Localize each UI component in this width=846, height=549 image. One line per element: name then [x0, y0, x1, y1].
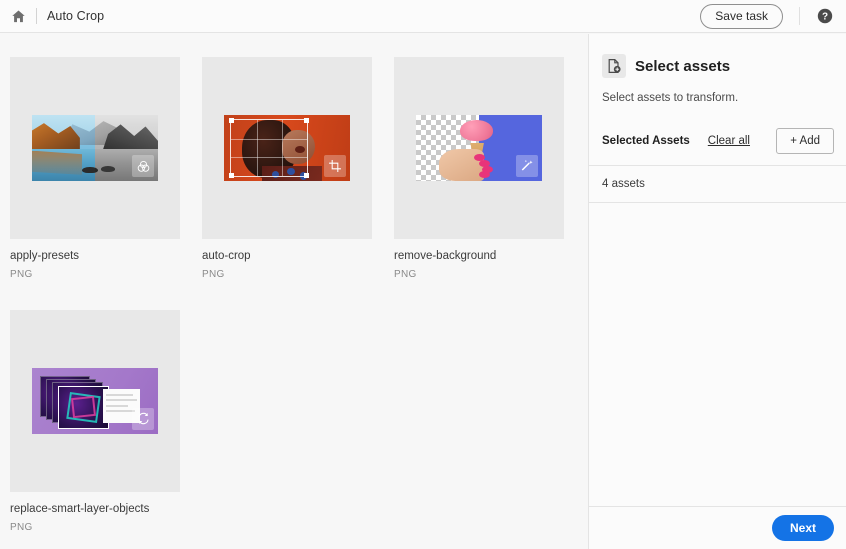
select-assets-icon — [602, 54, 626, 78]
refresh-badge-icon — [132, 407, 154, 430]
app-header: Auto Crop Save task ? — [0, 0, 846, 33]
home-icon[interactable] — [8, 6, 28, 26]
asset-card-apply-presets[interactable]: apply-presets PNG — [10, 57, 180, 280]
remove-background-image — [416, 115, 542, 181]
asset-card-remove-background[interactable]: remove-background PNG — [394, 57, 564, 280]
next-button[interactable]: Next — [771, 515, 834, 541]
panel-divider-bottom — [589, 202, 846, 203]
asset-name: auto-crop — [202, 250, 251, 262]
replace-smart-layer-objects-image — [32, 367, 158, 434]
asset-thumbnail[interactable] — [10, 309, 180, 492]
auto-crop-app: Auto Crop Save task ? apply-presets PNG … — [0, 0, 846, 549]
presets-badge-icon — [132, 155, 154, 177]
page-title: Auto Crop — [47, 9, 105, 23]
header-divider — [36, 8, 37, 24]
asset-type: PNG — [10, 268, 33, 280]
add-assets-button[interactable]: + Add — [776, 128, 834, 154]
panel-title: Select assets — [635, 57, 731, 75]
magic-wand-badge-icon — [516, 155, 538, 177]
asset-card-replace-smart-layer-objects[interactable]: replace-smart-layer-objects PNG — [10, 309, 180, 533]
selected-assets-row: Selected Assets Clear all + Add — [589, 125, 846, 157]
crop-overlay — [229, 117, 310, 179]
asset-card-auto-crop[interactable]: auto-crop PNG — [202, 57, 372, 280]
help-icon[interactable]: ? — [816, 7, 834, 25]
panel-subtitle: Select assets to transform. — [602, 92, 739, 104]
selected-assets-label: Selected Assets — [602, 135, 690, 147]
asset-name: apply-presets — [10, 250, 80, 262]
asset-count-label: 4 assets — [602, 178, 645, 190]
clear-all-link[interactable]: Clear all — [708, 135, 750, 147]
panel-header: Select assets — [589, 34, 846, 78]
asset-type: PNG — [10, 521, 33, 533]
svg-text:?: ? — [822, 12, 828, 23]
header-divider-2 — [799, 7, 800, 25]
asset-thumbnail[interactable] — [394, 57, 564, 239]
asset-thumbnail[interactable] — [10, 57, 180, 239]
select-assets-panel: Select assets Select assets to transform… — [588, 34, 846, 549]
crop-badge-icon — [324, 155, 346, 177]
asset-name: remove-background — [394, 250, 497, 262]
asset-type: PNG — [394, 268, 417, 280]
asset-type: PNG — [202, 268, 225, 280]
apply-presets-image — [32, 115, 158, 181]
header-actions: Save task ? — [700, 3, 846, 29]
save-task-button[interactable]: Save task — [700, 3, 783, 29]
asset-grid: apply-presets PNG auto-crop PNG remove-b… — [0, 34, 588, 549]
asset-name: replace-smart-layer-objects — [10, 502, 150, 515]
asset-thumbnail[interactable] — [202, 57, 372, 239]
auto-crop-image — [224, 115, 350, 181]
panel-footer: Next — [589, 506, 846, 549]
